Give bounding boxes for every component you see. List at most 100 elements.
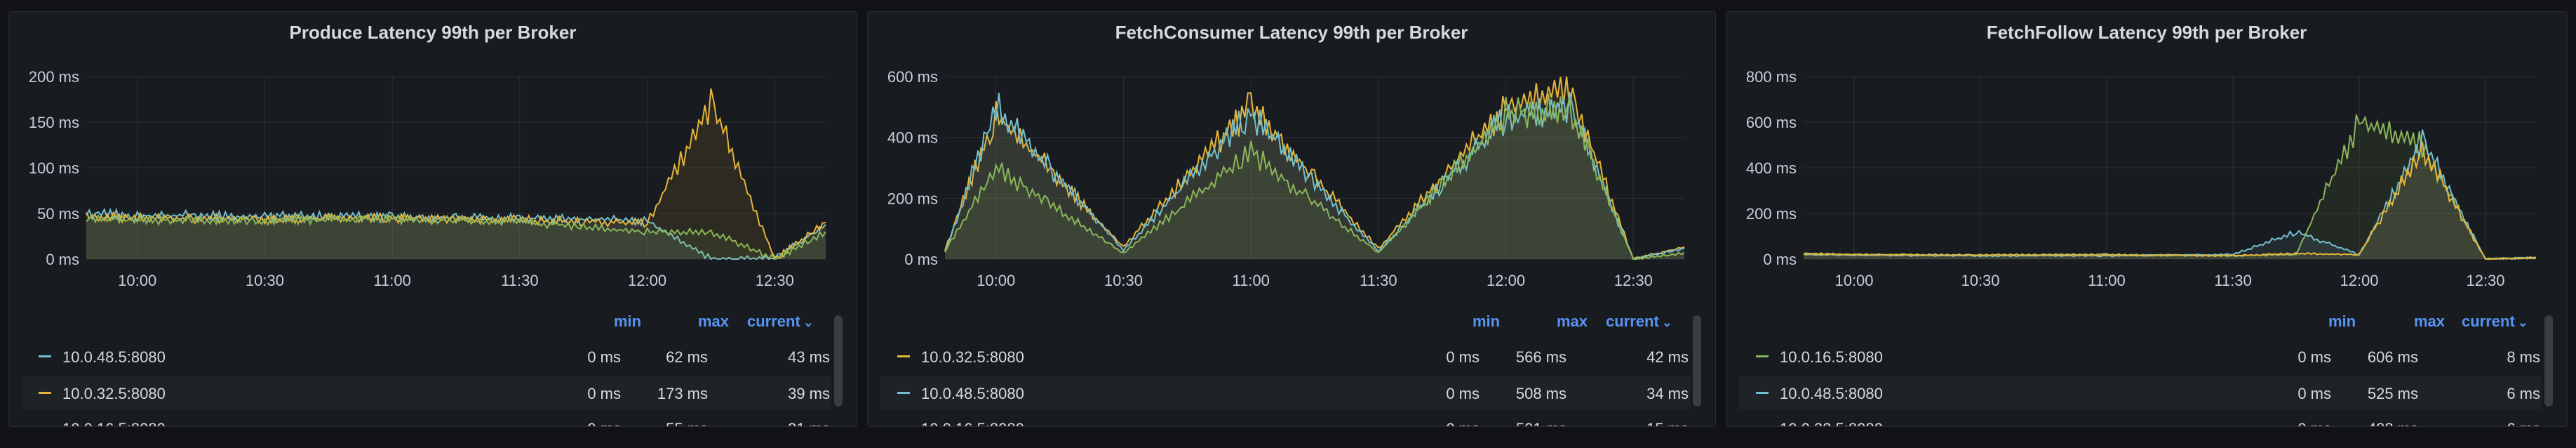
y-tick-label: 400 ms xyxy=(1746,159,1797,177)
y-tick-label: 200 ms xyxy=(29,68,79,86)
series-max: 488 ms xyxy=(2368,420,2418,426)
x-tick-label: 12:30 xyxy=(1614,272,1653,289)
series-max: 508 ms xyxy=(1515,385,1567,402)
series-current: 6 ms xyxy=(2507,385,2540,402)
produce-latency-chart: 200 ms 150 ms 100 ms 50 ms 0 ms 10:00 10:30 11:… xyxy=(29,68,826,289)
series-max: 501 ms xyxy=(1516,420,1567,426)
series-max: 62 ms xyxy=(666,348,708,366)
series-min: 0 ms xyxy=(2297,385,2331,402)
series-current: 42 ms xyxy=(1646,348,1689,366)
y-tick-label: 0 ms xyxy=(1763,251,1797,268)
panel-produce-latency: Produce Latency 99th per Broker 200 ms 15… xyxy=(8,11,857,427)
legend-row[interactable]: 10.0.32.5:8080 0 ms 566 ms 42 ms xyxy=(880,339,1690,373)
legend-row[interactable]: 10.0.48.5:8080 0 ms 508 ms 34 ms xyxy=(880,376,1690,409)
series-name: 10.0.48.5:8080 xyxy=(1780,385,1883,402)
series-color-swatch xyxy=(897,355,910,357)
series-name: 10.0.32.5:8080 xyxy=(1780,420,1883,426)
col-min[interactable]: min xyxy=(614,312,641,331)
col-current-label: current xyxy=(747,312,800,330)
y-tick-label: 600 ms xyxy=(1746,114,1797,131)
legend-scrollbar[interactable] xyxy=(1693,315,1701,407)
legend-row[interactable]: 10.0.16.5:8080 0 ms 606 ms 8 ms xyxy=(1739,339,2542,373)
series-max: 606 ms xyxy=(2367,348,2418,366)
x-tick-label: 10:00 xyxy=(118,272,156,289)
x-tick-label: 10:30 xyxy=(1961,272,1999,289)
y-tick-label: 600 ms xyxy=(887,68,938,86)
legend-header: min max current ⌄ xyxy=(1726,310,2567,335)
y-tick-label: 150 ms xyxy=(29,114,79,131)
series-current: 31 ms xyxy=(788,420,830,426)
x-tick-label: 11:30 xyxy=(1360,272,1397,289)
series-max: 566 ms xyxy=(1515,348,1567,366)
chevron-down-icon: ⌄ xyxy=(2517,315,2528,329)
col-current[interactable]: current ⌄ xyxy=(747,312,814,331)
legend-row[interactable]: 10.0.32.5:8080 0 ms 173 ms 39 ms xyxy=(22,376,831,409)
y-tick-label: 400 ms xyxy=(887,129,938,147)
col-max[interactable]: max xyxy=(2414,312,2445,331)
series-min: 0 ms xyxy=(587,348,621,366)
legend-row[interactable]: 10.0.48.5:8080 0 ms 62 ms 43 ms xyxy=(22,339,831,373)
x-tick-label: 12:00 xyxy=(1487,272,1525,289)
col-current-label: current xyxy=(1606,312,1659,330)
series-current: 15 ms xyxy=(1646,420,1689,426)
series-min: 0 ms xyxy=(1446,348,1480,366)
series-min: 0 ms xyxy=(2297,420,2331,426)
series-name: 10.0.16.5:8080 xyxy=(62,420,166,426)
series-max: 525 ms xyxy=(2367,385,2418,402)
col-max[interactable]: max xyxy=(1557,312,1588,331)
x-tick-label: 11:00 xyxy=(2088,272,2125,289)
y-tick-label: 0 ms xyxy=(904,251,938,268)
col-max[interactable]: max xyxy=(698,312,729,331)
series-min: 0 ms xyxy=(587,385,621,402)
col-min[interactable]: min xyxy=(2328,312,2356,331)
legend-scrollbar[interactable] xyxy=(2544,315,2553,407)
legend-row[interactable]: 10.0.16.5:8080 0 ms 55 ms 31 ms xyxy=(22,411,831,426)
y-tick-label: 200 ms xyxy=(1746,205,1797,223)
col-current[interactable]: current ⌄ xyxy=(2462,312,2528,331)
x-tick-label: 11:00 xyxy=(1232,272,1269,289)
x-tick-label: 12:30 xyxy=(756,272,794,289)
series-min: 0 ms xyxy=(1446,385,1480,402)
series-name: 10.0.16.5:8080 xyxy=(921,420,1024,426)
fetchfollow-latency-chart: 800 ms 600 ms 400 ms 200 ms 0 ms 10:00 10:30 11… xyxy=(1746,68,2537,289)
series-color-swatch xyxy=(897,392,910,394)
panel-fetchconsumer-latency: FetchConsumer Latency 99th per Broker 60… xyxy=(867,11,1716,427)
col-current[interactable]: current ⌄ xyxy=(1606,312,1672,331)
series-name: 10.0.32.5:8080 xyxy=(921,348,1024,366)
x-tick-label: 11:30 xyxy=(2214,272,2251,289)
series-name: 10.0.48.5:8080 xyxy=(62,348,166,366)
series-current: 43 ms xyxy=(788,348,830,366)
series-current: 6 ms xyxy=(2507,420,2540,426)
y-tick-label: 50 ms xyxy=(37,205,79,223)
panel-fetchfollow-latency: FetchFollow Latency 99th per Broker 800 … xyxy=(1726,11,2568,427)
y-tick-label: 0 ms xyxy=(46,251,79,268)
series-color-swatch xyxy=(1756,392,1769,394)
legend-scrollbar[interactable] xyxy=(834,315,843,407)
legend-row[interactable]: 10.0.32.5:8080 0 ms 488 ms 6 ms xyxy=(1739,411,2542,426)
series-min: 0 ms xyxy=(2297,348,2331,366)
x-tick-label: 12:00 xyxy=(2340,272,2378,289)
chevron-down-icon: ⌄ xyxy=(1661,315,1672,329)
series-name: 10.0.32.5:8080 xyxy=(62,385,166,402)
legend-header: min max current ⌄ xyxy=(9,310,857,335)
series-color-swatch xyxy=(39,392,51,394)
series-color-swatch xyxy=(1756,355,1769,357)
legend-header: min max current ⌄ xyxy=(868,310,1715,335)
y-tick-label: 200 ms xyxy=(887,190,938,207)
legend-row[interactable]: 10.0.48.5:8080 0 ms 525 ms 6 ms xyxy=(1739,376,2542,409)
series-current: 34 ms xyxy=(1646,385,1689,402)
col-min[interactable]: min xyxy=(1473,312,1500,331)
series-color-swatch xyxy=(39,355,51,357)
x-tick-label: 11:30 xyxy=(501,272,538,289)
fetchconsumer-latency-chart: 600 ms 400 ms 200 ms 0 ms 10:00 10:30 11:00 11:… xyxy=(887,68,1685,289)
x-tick-label: 12:30 xyxy=(2466,272,2504,289)
series-name: 10.0.16.5:8080 xyxy=(1780,348,1883,366)
chevron-down-icon: ⌄ xyxy=(803,315,814,329)
legend-row[interactable]: 10.0.16.5:8080 0 ms 501 ms 15 ms xyxy=(880,411,1690,426)
series-name: 10.0.48.5:8080 xyxy=(921,385,1024,402)
y-tick-label: 100 ms xyxy=(29,159,79,177)
series-max: 173 ms xyxy=(657,385,708,402)
series-current: 39 ms xyxy=(788,385,830,402)
x-tick-label: 11:00 xyxy=(373,272,410,289)
series-max: 55 ms xyxy=(666,420,708,426)
